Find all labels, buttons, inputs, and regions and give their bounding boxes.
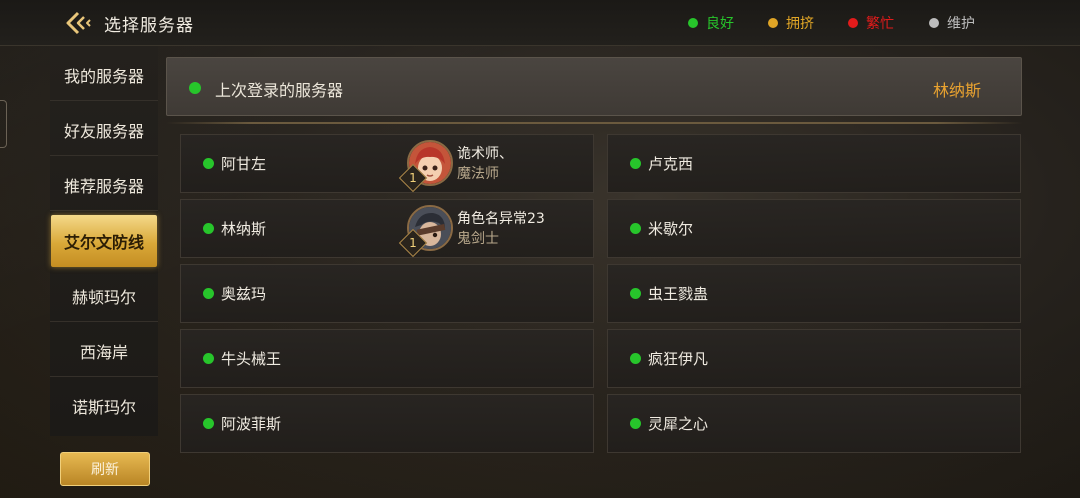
status-good-dot-icon (203, 288, 214, 299)
status-good-dot-icon (630, 158, 641, 169)
server-name: 米歇尔 (648, 220, 694, 238)
status-good-dot-icon (688, 18, 698, 28)
refresh-button[interactable]: 刷新 (60, 452, 150, 486)
server-card-agonzo[interactable]: 阿甘左 1 诡术师、 魔法师 (180, 134, 594, 193)
character-info: 1 诡术师、 魔法师 (398, 140, 587, 193)
server-card-mad-ivan[interactable]: 疯狂伊凡 (607, 329, 1021, 388)
side-drawer-handle[interactable] (0, 100, 7, 148)
server-name: 奥兹玛 (221, 285, 267, 303)
status-good-dot-icon (203, 353, 214, 364)
character-name: 角色名异常23 (457, 211, 545, 227)
legend-good: 良好 (688, 13, 734, 33)
server-card-insect-king[interactable]: 虫王戮蛊 (607, 264, 1021, 323)
sidebar-item-my-servers[interactable]: 我的服务器 (50, 49, 158, 101)
server-name: 卢克西 (648, 155, 694, 173)
server-card-michelle[interactable]: 米歇尔 (607, 199, 1021, 258)
sidebar-item-elvenguard[interactable]: 艾尔文防线 (51, 215, 157, 267)
page-title: 选择服务器 (104, 16, 194, 36)
divider (166, 122, 1022, 124)
status-good-dot-icon (630, 353, 641, 364)
server-card-apophis[interactable]: 阿波菲斯 (180, 394, 594, 453)
back-button[interactable] (62, 8, 96, 38)
character-info: 1 角色名异常23 鬼剑士 (398, 205, 587, 258)
status-busy-dot-icon (848, 18, 858, 28)
server-name: 疯狂伊凡 (648, 350, 709, 368)
status-maintenance-dot-icon (929, 18, 939, 28)
status-good-dot-icon (203, 223, 214, 234)
legend-label: 繁忙 (866, 16, 894, 32)
character-name: 诡术师、 (457, 146, 513, 162)
top-bar: 选择服务器 良好 拥挤 繁忙 维护 (0, 0, 1080, 46)
status-good-dot-icon (203, 418, 214, 429)
status-crowded-dot-icon (768, 18, 778, 28)
region-sidebar: 我的服务器 好友服务器 推荐服务器 艾尔文防线 赫顿玛尔 西海岸 诺斯玛尔 (50, 46, 158, 436)
legend-maintenance: 维护 (929, 13, 975, 33)
status-good-dot-icon (630, 418, 641, 429)
character-class: 鬼剑士 (457, 231, 499, 247)
server-name: 虫王戮蛊 (648, 285, 709, 303)
server-name: 牛头械王 (221, 350, 282, 368)
character-class: 魔法师 (457, 166, 499, 182)
sidebar-item-friend-servers[interactable]: 好友服务器 (50, 104, 158, 156)
last-login-server[interactable]: 林纳斯 (933, 77, 981, 101)
server-card-luxi[interactable]: 卢克西 (607, 134, 1021, 193)
server-card-ozma[interactable]: 奥兹玛 (180, 264, 594, 323)
server-name: 阿波菲斯 (221, 415, 282, 433)
legend-crowded: 拥挤 (768, 13, 814, 33)
sidebar-item-hendon-myre[interactable]: 赫顿玛尔 (50, 270, 158, 322)
server-card-linus[interactable]: 林纳斯 1 角色名异常23 鬼剑士 (180, 199, 594, 258)
last-login-panel[interactable]: 上次登录的服务器 林纳斯 (166, 57, 1022, 116)
legend-label: 拥挤 (786, 16, 814, 32)
server-name: 林纳斯 (221, 220, 267, 238)
status-good-dot-icon (630, 223, 641, 234)
back-arrow-icon (66, 11, 91, 35)
legend-label: 良好 (706, 16, 734, 32)
server-card-bull-king[interactable]: 牛头械王 (180, 329, 594, 388)
server-card-heart-of-rhino[interactable]: 灵犀之心 (607, 394, 1021, 453)
status-good-dot-icon (630, 288, 641, 299)
sidebar-item-noss-myre[interactable]: 诺斯玛尔 (50, 380, 158, 432)
server-name: 阿甘左 (221, 155, 267, 173)
server-name: 灵犀之心 (648, 415, 709, 433)
sidebar-item-recommended-servers[interactable]: 推荐服务器 (50, 159, 158, 211)
status-good-dot-icon (189, 82, 201, 94)
legend-busy: 繁忙 (848, 13, 894, 33)
status-good-dot-icon (203, 158, 214, 169)
last-login-label: 上次登录的服务器 (215, 81, 344, 100)
sidebar-item-west-coast[interactable]: 西海岸 (50, 325, 158, 377)
legend-label: 维护 (947, 16, 975, 32)
